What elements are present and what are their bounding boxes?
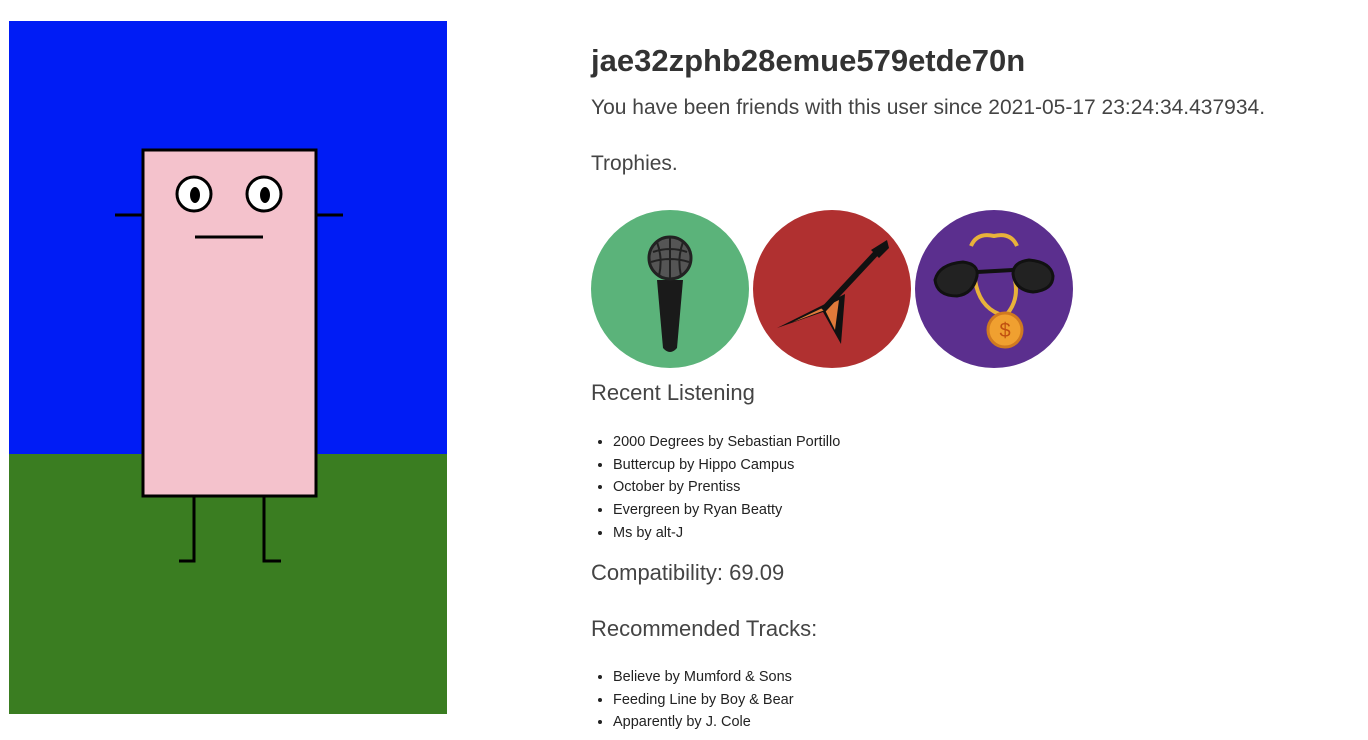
list-item: Ms by alt-J [613,522,840,545]
svg-text:$: $ [999,320,1010,342]
list-item: Evergreen by Ryan Beatty [613,499,840,522]
list-item: Buttercup by Hippo Campus [613,454,840,477]
right-pupil [260,187,270,203]
left-pupil [190,187,200,203]
list-item: Believe by Mumford & Sons [613,666,794,689]
list-item: Apparently by J. Cole [613,711,794,734]
recommended-tracks-heading: Recommended Tracks: [591,616,818,641]
friends-since-text: You have been friends with this user sin… [591,96,1266,119]
recommended-tracks-list: Believe by Mumford & Sons Feeding Line b… [591,666,794,734]
character-body [141,148,318,498]
trophies-row: $ [591,210,1081,370]
guitar-icon [753,210,911,368]
username-title: jae32zphb28emue579etde70n [591,43,1026,78]
sunglasses-chain-icon: $ [915,210,1073,368]
recent-listening-heading: Recent Listening [591,380,755,405]
list-item: 2000 Degrees by Sebastian Portillo [613,431,840,454]
avatar-character-illustration [9,21,447,714]
list-item: Feeding Line by Boy & Bear [613,689,794,712]
compatibility-score: Compatibility: 69.09 [591,560,785,585]
trophies-heading: Trophies. [591,152,678,175]
recent-listening-list: 2000 Degrees by Sebastian Portillo Butte… [591,431,840,544]
avatar-panel [9,21,447,714]
profile-panel: jae32zphb28emue579etde70n You have been … [591,40,1351,730]
microphone-icon [591,210,749,368]
list-item: October by Prentiss [613,476,840,499]
